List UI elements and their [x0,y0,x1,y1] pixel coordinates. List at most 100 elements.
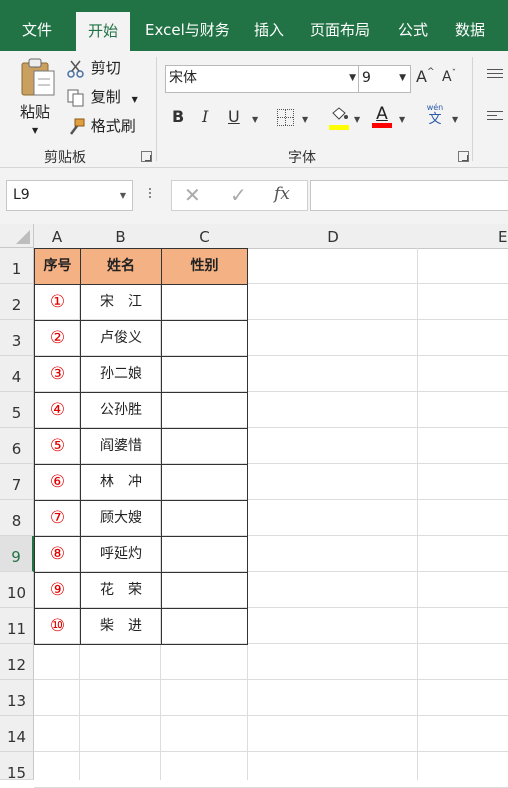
fill-color-dropdown-icon[interactable]: ▼ [354,115,360,124]
chevron-down-icon[interactable]: ▼ [399,66,406,90]
gender-cell[interactable] [161,536,248,573]
name-cell[interactable]: 阎婆惜 [80,428,162,465]
cut-button[interactable]: 剪切 [66,57,121,79]
gender-cell[interactable] [161,392,248,429]
formula-bar-grip-icon[interactable] [148,186,152,204]
name-cell[interactable]: 宋 江 [80,284,162,321]
column-header-c[interactable]: C [161,224,249,249]
formula-input[interactable] [310,180,508,211]
tab-page-layout[interactable]: 页面布局 [310,0,370,51]
tab-home[interactable]: 开始 [76,12,131,51]
paste-button[interactable]: 粘贴 ▼ [14,57,60,137]
name-cell[interactable]: 公孙胜 [80,392,162,429]
tab-formulas[interactable]: 公式 [398,0,428,51]
copy-dropdown-icon[interactable]: ▼ [132,95,138,104]
phonetic-dropdown-icon[interactable]: ▼ [452,115,458,124]
column-header-a[interactable]: A [34,224,81,249]
gender-cell[interactable] [161,356,248,393]
tab-file[interactable]: 文件 [22,0,52,51]
sequence-cell[interactable]: ⑨ [34,572,81,609]
row-header[interactable]: 3 [0,320,34,356]
increase-font-size-button[interactable]: A^ [416,67,435,86]
chevron-down-icon[interactable]: ▼ [120,181,126,210]
font-name-combo[interactable]: 宋体 ▼ [165,65,361,93]
sequence-cell[interactable]: ① [34,284,81,321]
gender-cell[interactable] [161,464,248,501]
sequence-cell[interactable]: ⑥ [34,464,81,501]
row-header[interactable]: 1 [0,248,34,284]
row-header[interactable]: 13 [0,680,34,716]
name-cell[interactable]: 顾大嫂 [80,500,162,537]
header-cell-seq[interactable]: 序号 [34,248,81,285]
row-header[interactable]: 4 [0,356,34,392]
name-cell[interactable]: 林 冲 [80,464,162,501]
row-header[interactable]: 12 [0,644,34,680]
worksheet-grid[interactable]: A B C D E 1 2 3 4 5 6 7 8 9 10 11 12 13 … [0,224,508,788]
row-header-selected[interactable]: 9 [0,536,34,572]
name-cell[interactable]: 柴 进 [80,608,162,645]
row-header[interactable]: 8 [0,500,34,536]
cancel-icon[interactable]: ✕ [184,183,201,207]
name-cell[interactable]: 卢俊义 [80,320,162,357]
gender-cell[interactable] [161,500,248,537]
borders-icon[interactable] [277,109,294,126]
column-header-d[interactable]: D [248,224,419,249]
tab-excel-finance[interactable]: Excel与财务 [145,0,230,51]
format-painter-button[interactable]: 格式刷 [66,115,136,137]
name-cell[interactable]: 花 荣 [80,572,162,609]
name-box-value: L9 [13,187,30,203]
copy-button[interactable]: 复制 ▼ [66,86,138,108]
name-box[interactable]: L9 ▼ [6,180,133,211]
italic-button[interactable]: I [202,107,208,126]
borders-dropdown-icon[interactable]: ▼ [302,115,308,124]
chevron-down-icon[interactable]: ▼ [349,66,356,90]
row-header[interactable]: 14 [0,716,34,752]
header-cell-name[interactable]: 姓名 [80,248,162,285]
row-header[interactable]: 6 [0,428,34,464]
sequence-cell[interactable]: ④ [34,392,81,429]
gender-cell[interactable] [161,428,248,465]
tab-data[interactable]: 数据 [455,0,485,51]
sequence-cell[interactable]: ② [34,320,81,357]
row-header[interactable]: 11 [0,608,34,644]
tab-insert[interactable]: 插入 [254,0,284,51]
paint-bucket-icon [332,107,348,120]
row-header[interactable]: 10 [0,572,34,608]
insert-function-button[interactable]: fx [274,184,290,204]
paste-dropdown-icon[interactable]: ▼ [32,126,60,135]
underline-button[interactable]: U [228,107,240,126]
header-cell-gender[interactable]: 性别 [161,248,248,285]
gender-cell[interactable] [161,608,248,645]
name-cell[interactable]: 呼延灼 [80,536,162,573]
sequence-cell[interactable]: ③ [34,356,81,393]
sequence-cell[interactable]: ⑩ [34,608,81,645]
bold-button[interactable]: B [172,107,184,126]
align-top-icon[interactable] [487,69,503,78]
fill-color-bar [329,125,349,130]
underline-dropdown-icon[interactable]: ▼ [252,115,258,124]
row-header[interactable]: 15 [0,752,34,782]
row-header[interactable]: 2 [0,284,34,320]
select-all-corner[interactable] [0,224,34,248]
sequence-cell[interactable]: ⑧ [34,536,81,573]
phonetic-guide-button[interactable]: wén 文 [424,103,446,129]
font-color-dropdown-icon[interactable]: ▼ [399,115,405,124]
align-left-icon[interactable] [487,111,503,120]
font-size-combo[interactable]: 9 ▼ [358,65,411,93]
gender-cell[interactable] [161,284,248,321]
enter-check-icon[interactable]: ✓ [230,183,247,207]
row-header[interactable]: 7 [0,464,34,500]
gender-cell[interactable] [161,572,248,609]
name-cell[interactable]: 孙二娘 [80,356,162,393]
clipboard-dialog-launcher-icon[interactable] [141,151,152,162]
decrease-font-size-button[interactable]: Aˇ [442,69,456,85]
font-dialog-launcher-icon[interactable] [458,151,469,162]
gender-cell[interactable] [161,320,248,357]
row-header[interactable]: 5 [0,392,34,428]
column-header-b[interactable]: B [80,224,162,249]
sequence-cell[interactable]: ⑦ [34,500,81,537]
sequence-cell[interactable]: ⑤ [34,428,81,465]
fill-color-button[interactable] [329,107,349,130]
font-color-button[interactable]: A [372,105,392,129]
column-header-e[interactable]: E [418,224,508,249]
